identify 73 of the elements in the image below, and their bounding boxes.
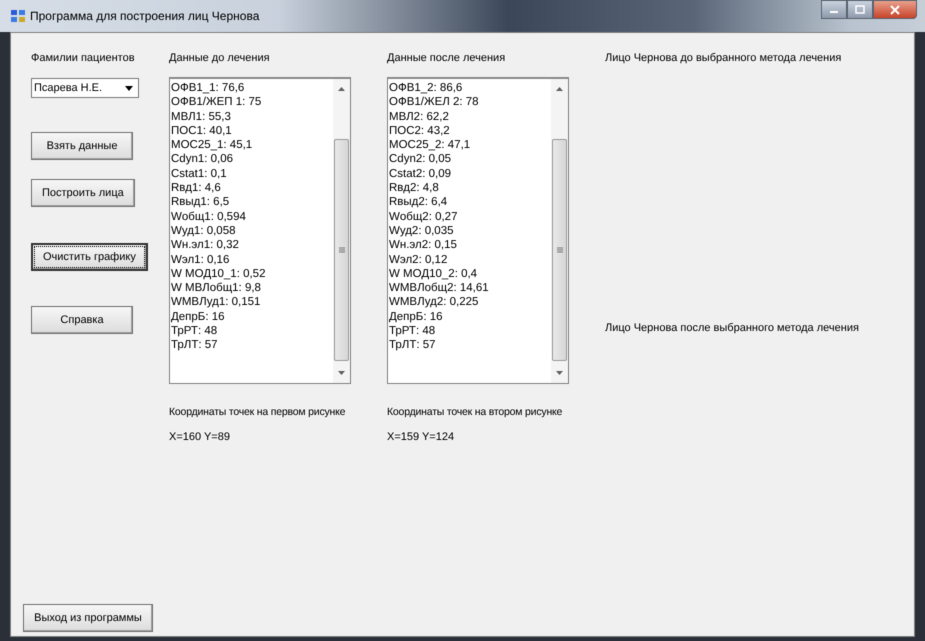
patients-label: Фамилии пациентов [31, 51, 135, 65]
coordinates-label: Координаты точек на втором рисунке [387, 406, 562, 418]
data-label: Данные после лечения [387, 51, 506, 65]
scrollbar[interactable] [551, 79, 568, 383]
scroll-thumb[interactable] [334, 139, 349, 361]
list-item: Wуд1: 0,058 [171, 224, 236, 238]
list-item: МВЛ2: 62,2 [389, 110, 450, 124]
dropdown-arrow-icon [125, 86, 133, 90]
list-item: ТрЛТ: 57 [389, 338, 437, 353]
list-item: Rвд2: 4,8 [389, 181, 440, 196]
list-item: МВЛ1: 55,3 [171, 110, 232, 124]
list-item: ОФВ1/ЖЕП 1: 75 [171, 95, 262, 110]
patient-dropdown[interactable]: Псарева Н.Е. [31, 78, 139, 98]
list-item: ОФВ1/ЖЕЛ 2: 78 [389, 95, 480, 110]
list-item: W МОД10_2: 0,4 [389, 266, 478, 282]
list-item: Wэл2: 0,12 [389, 252, 448, 267]
list-item: W МВЛобщ1: 9,8 [171, 281, 262, 296]
list-item: Wн.эл1: 0,32 [171, 238, 240, 253]
action-button[interactable]: Построить лица [31, 179, 135, 207]
maximize-icon [855, 5, 865, 14]
grip-icon [556, 247, 562, 253]
coordinates-value: X=159 Y=124 [387, 431, 454, 443]
minimize-button[interactable] [821, 0, 847, 19]
data-listbox[interactable] [169, 77, 351, 384]
action-button[interactable]: Очистить графику [31, 243, 148, 271]
list-item: Wуд2: 0,035 [389, 224, 454, 238]
list-item: Cdyn2: 0,05 [389, 152, 452, 167]
action-button[interactable]: Справка [31, 306, 133, 334]
list-item: WMBЛобщ2: 14,61 [389, 281, 490, 296]
list-item: ДепрБ: 16 [389, 310, 444, 324]
list-item: ДепрБ: 16 [171, 310, 226, 324]
data-label: Данные до лечения [169, 51, 271, 65]
list-item: ТрРТ: 48 [171, 324, 218, 338]
scroll-down-icon [556, 371, 563, 375]
list-item: ТрЛТ: 57 [171, 338, 219, 353]
maximize-button[interactable] [847, 0, 873, 19]
list-item: ОФВ1_2: 86,6 [389, 81, 464, 96]
list-item: Cstat2: 0,09 [389, 166, 452, 182]
list-item: W МОД10_1: 0,52 [171, 266, 266, 282]
scroll-thumb[interactable] [552, 139, 567, 361]
face-after-label: Лицо Чернова после выбранного метода лечения [605, 321, 859, 335]
grip-icon [338, 247, 344, 253]
list-item: ОФВ1_1: 76,6 [171, 81, 246, 96]
coordinates-label: Координаты точек на первом рисунке [169, 406, 346, 418]
close-icon [890, 4, 900, 14]
list-item: ПОС2: 43,2 [389, 124, 451, 138]
list-item: Rвыд2: 6,4 [389, 195, 448, 210]
coordinates-value: X=160 Y=89 [169, 431, 230, 443]
scroll-up-icon [556, 87, 563, 91]
list-item: Wэл1: 0,16 [171, 252, 230, 267]
list-item: МОС25_2: 47,1 [389, 138, 472, 152]
window-title: Программа для построения лиц Чернова [30, 9, 260, 23]
list-item: ПОС1: 40,1 [171, 124, 233, 138]
data-listbox[interactable] [387, 77, 569, 384]
list-item: Cstat1: 0,1 [171, 166, 228, 182]
exit-button[interactable]: Выход из программы [23, 604, 153, 632]
action-button[interactable]: Взять данные [31, 132, 133, 160]
face-before-label: Лицо Чернова до выбранного метода лечения [605, 51, 842, 65]
scroll-up-icon [338, 87, 345, 91]
list-item: Rвд1: 4,6 [171, 181, 222, 196]
list-item: Wн.эл2: 0,15 [389, 238, 458, 253]
list-item: Wобщ2: 0,27 [389, 210, 458, 224]
list-item: ТрРТ: 48 [389, 324, 436, 338]
list-item: МОС25_1: 45,1 [171, 138, 254, 152]
list-item: Rвыд1: 6,5 [171, 195, 230, 210]
scrollbar[interactable] [333, 79, 350, 383]
scroll-down-icon [338, 371, 345, 375]
close-button[interactable] [873, 0, 917, 19]
app-icon [10, 8, 26, 24]
list-item: WMBЛуд1: 0,151 [171, 295, 262, 310]
list-item: WMBЛуд2: 0,225 [389, 295, 480, 310]
list-item: Wобщ1: 0,594 [171, 210, 247, 224]
list-item: Cdyn1: 0,06 [171, 152, 234, 167]
